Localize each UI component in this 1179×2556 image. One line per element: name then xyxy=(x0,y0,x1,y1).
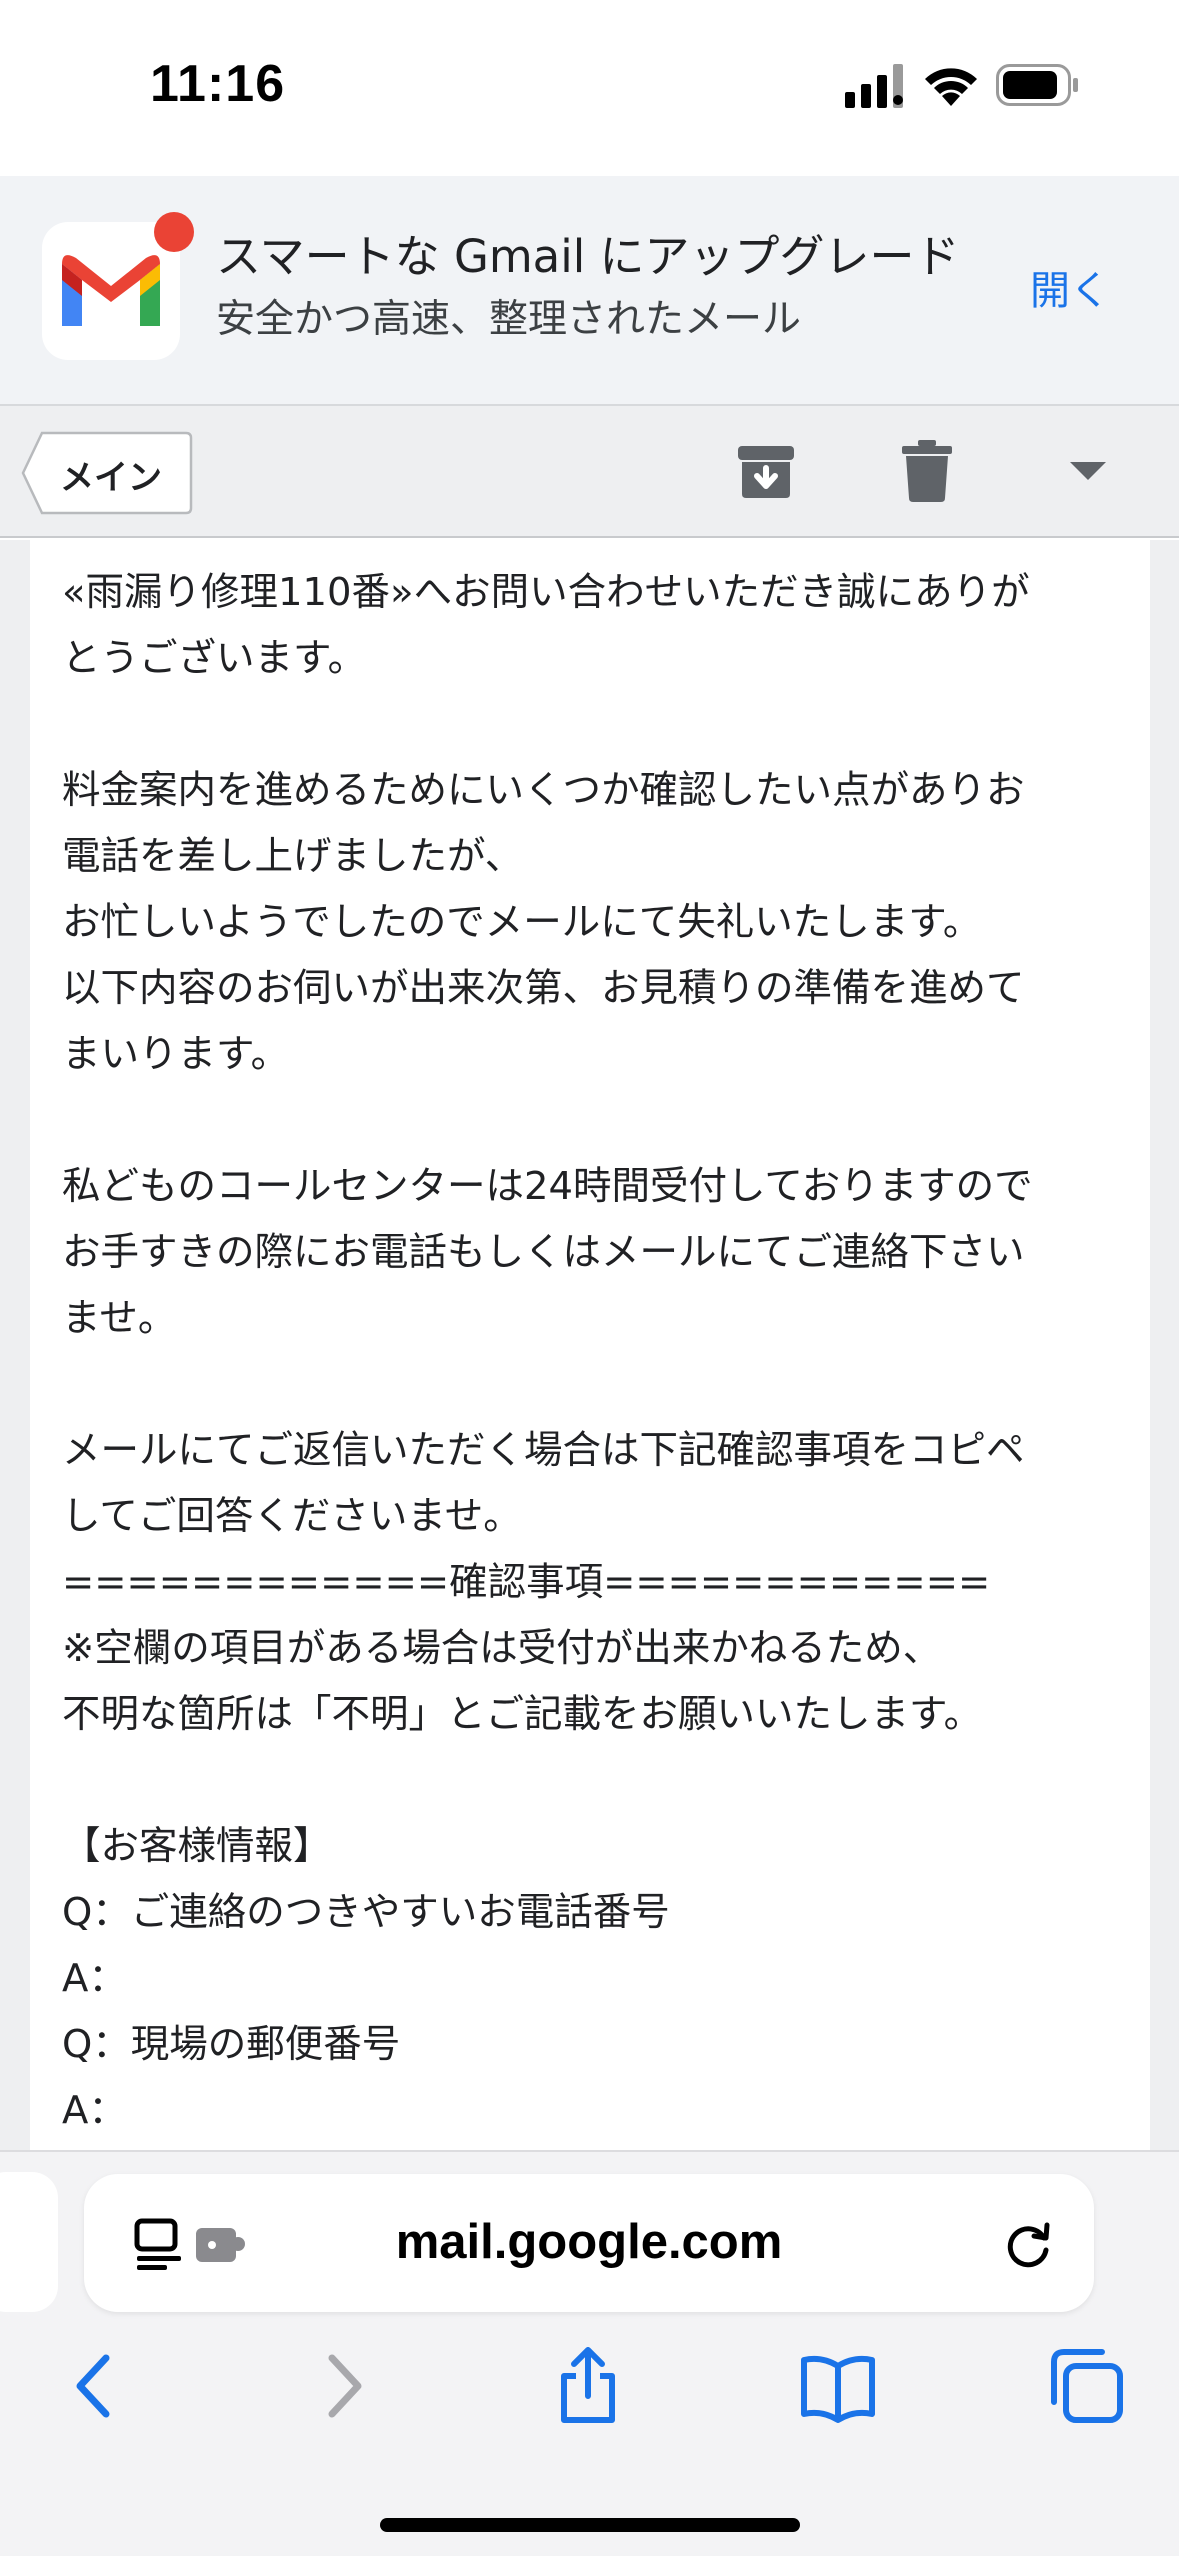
trash-icon[interactable] xyxy=(902,440,952,502)
mail-toolbar: メイン xyxy=(0,406,1179,538)
reload-icon[interactable] xyxy=(1000,2216,1056,2272)
previous-tab-peek[interactable] xyxy=(0,2172,58,2312)
status-bar: 11:16 xyxy=(0,0,1179,176)
archive-icon[interactable] xyxy=(736,442,796,502)
bookmarks-icon[interactable] xyxy=(798,2346,878,2426)
mail-line xyxy=(62,1352,1142,1418)
mail-line: ============確認事項============ xyxy=(62,1560,991,1605)
mail-line: 不明な箇所は「不明」とご記載をお願いいたします。 xyxy=(62,1692,983,1737)
gmail-upgrade-banner[interactable]: スマートな Gmail にアップグレード 安全かつ高速、整理されたメール 開く xyxy=(0,176,1179,406)
open-app-button[interactable]: 開く xyxy=(1030,258,1110,316)
status-time: 11:16 xyxy=(150,55,286,113)
mail-line: まいります。 xyxy=(62,1032,290,1077)
mail-line: 料金案内を進めるためにいくつか確認したい点がありお xyxy=(62,768,1025,813)
mail-line: とうございます。 xyxy=(62,636,367,681)
mail-line: Q：現場の郵便番号 xyxy=(62,2022,401,2067)
url-text[interactable]: mail.google.com xyxy=(84,2214,1094,2270)
signal-icon xyxy=(845,64,903,108)
promo-subtitle: 安全かつ高速、整理されたメール xyxy=(216,297,802,342)
home-indicator[interactable] xyxy=(380,2518,800,2532)
back-to-inbox-button[interactable]: メイン xyxy=(20,430,194,516)
mail-line xyxy=(62,692,1142,758)
mail-line: 私どものコールセンターは24時間受付しておりますので xyxy=(62,1164,1033,1209)
mail-body: «雨漏り修理110番»へお問い合わせいただき誠にありが とうございます。 料金案… xyxy=(30,540,1150,2150)
wifi-icon xyxy=(925,68,977,106)
mail-line xyxy=(62,1088,1142,1154)
mail-line: してご回答くださいませ。 xyxy=(62,1494,522,1539)
mail-line: ませ。 xyxy=(62,1296,177,1341)
mail-line: «雨漏り修理110番»へお問い合わせいただき誠にありが xyxy=(62,570,1030,615)
mail-text: «雨漏り修理110番»へお問い合わせいただき誠にありが とうございます。 料金案… xyxy=(62,560,1142,2144)
battery-icon xyxy=(996,64,1078,106)
notification-dot xyxy=(154,212,194,252)
mail-line: 【お客様情報】 xyxy=(62,1824,332,1869)
mail-line: A： xyxy=(62,1956,127,2001)
mail-line: ※空欄の項目がある場合は受付が出来かねるため、 xyxy=(62,1626,942,1671)
mail-line: 以下内容のお伺いが出来次第、お見積りの準備を進めて xyxy=(62,966,1025,1011)
mail-line: 電話を差し上げましたが、 xyxy=(62,834,524,879)
mail-line xyxy=(62,1748,1142,1814)
tabs-icon[interactable] xyxy=(1046,2346,1126,2426)
mail-line: お忙しいようでしたのでメールにて失礼いたします。 xyxy=(62,900,982,945)
back-button-label: メイン xyxy=(60,458,162,498)
address-bar[interactable]: mail.google.com xyxy=(84,2174,1094,2312)
mail-line: メールにてご返信いただく場合は下記確認事項をコピペ xyxy=(62,1428,1025,1473)
mail-line: Q：ご連絡のつきやすいお電話番号 xyxy=(62,1890,670,1935)
forward-icon[interactable] xyxy=(302,2346,382,2426)
chevron-down-icon[interactable] xyxy=(1068,458,1108,484)
back-icon[interactable] xyxy=(56,2346,136,2426)
mail-line: A： xyxy=(62,2088,127,2133)
share-icon[interactable] xyxy=(548,2346,628,2426)
promo-title: スマートな Gmail にアップグレード xyxy=(216,230,960,283)
mail-line: お手すきの際にお電話もしくはメールにてご連絡下さい xyxy=(62,1230,1025,1275)
